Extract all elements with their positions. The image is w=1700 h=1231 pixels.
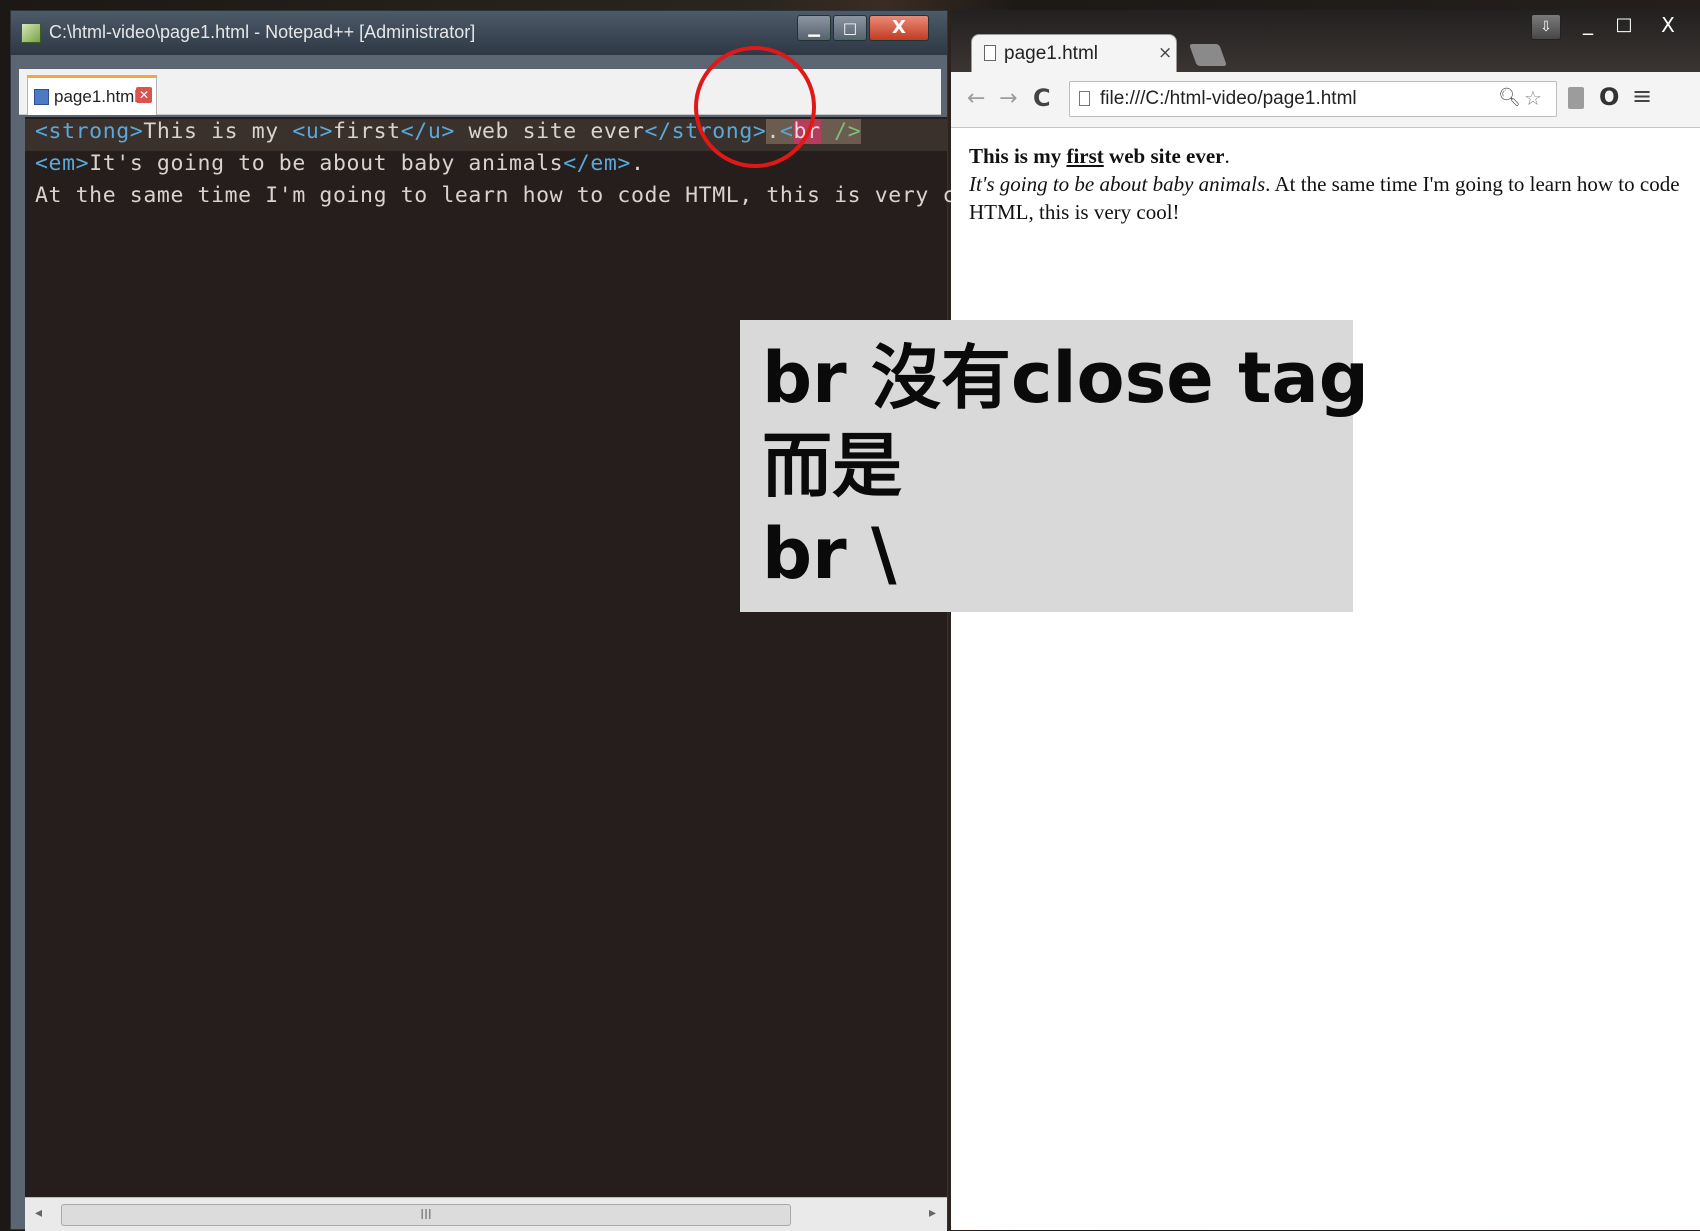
minimize-button[interactable]: ▁ xyxy=(797,15,831,41)
url-text[interactable]: file:///C:/html-video/page1.html xyxy=(1100,88,1357,110)
code-line-3: At the same time I'm going to learn how … xyxy=(35,183,1011,208)
notepadpp-title-text: C:\html-video\page1.html - Notepad++ [Ad… xyxy=(49,22,476,42)
profile-icon[interactable]: ⇩ xyxy=(1531,14,1561,40)
new-tab-button[interactable] xyxy=(1188,44,1228,66)
rendered-page: This is my first web site ever. It's goin… xyxy=(951,128,1700,1230)
code-editor[interactable]: <strong>This is my <u>first</u> web site… xyxy=(25,117,1010,1197)
extension-icon[interactable] xyxy=(1568,87,1584,109)
browser-maximize-button[interactable]: □ xyxy=(1607,12,1641,38)
back-icon[interactable]: ← xyxy=(967,86,985,111)
browser-close-button[interactable]: X xyxy=(1651,12,1685,38)
file-page-icon xyxy=(1079,91,1090,106)
menu-icon[interactable]: ≡ xyxy=(1632,82,1652,110)
maximize-button[interactable]: □ xyxy=(833,15,867,41)
highlight-circle xyxy=(694,46,816,168)
browser-tab-page1[interactable]: page1.html × xyxy=(971,34,1177,76)
browser-tab-close-icon[interactable]: × xyxy=(1158,43,1172,63)
notepadpp-titlebar[interactable]: C:\html-video\page1.html - Notepad++ [Ad… xyxy=(11,11,947,55)
tab-label: page1.html xyxy=(54,87,139,106)
save-disk-icon xyxy=(34,89,49,105)
scroll-left-arrow-icon[interactable]: ◂ xyxy=(35,1205,42,1221)
opera-extension-icon[interactable]: O xyxy=(1599,83,1619,111)
tab-page1-html[interactable]: page1.html ✕ xyxy=(27,75,157,115)
code-line-2: <em>It's going to be about baby animals<… xyxy=(35,151,645,176)
rendered-em: It's going to be about baby animals xyxy=(969,172,1266,196)
browser-toolbar: ← → C file:///C:/html-video/page1.html 🔍… xyxy=(951,72,1700,128)
address-bar[interactable]: file:///C:/html-video/page1.html 🔍︎ ☆ xyxy=(1069,81,1557,117)
browser-tabstrip: page1.html × ⇩ _ □ X xyxy=(951,10,1700,76)
notepadpp-app-icon xyxy=(21,23,41,43)
caption-line-1: br 沒有close tag xyxy=(762,337,1369,419)
forward-icon[interactable]: → xyxy=(999,86,1017,111)
browser-tab-title: page1.html xyxy=(1004,43,1099,64)
browser-window: page1.html × ⇩ _ □ X ← → C file:///C:/ht… xyxy=(951,10,1700,1230)
caption-line-3: br \ xyxy=(762,513,897,595)
caption-box: br 沒有close tag 而是 br \ xyxy=(740,320,1369,612)
bookmark-star-icon[interactable]: ☆ xyxy=(1524,86,1542,110)
horizontal-scrollbar[interactable]: ◂ III ▸ xyxy=(25,1197,947,1231)
caption-line-2: 而是 xyxy=(762,425,902,507)
scrollbar-thumb[interactable]: III xyxy=(61,1204,791,1226)
scroll-right-arrow-icon[interactable]: ▸ xyxy=(929,1205,936,1221)
page-icon xyxy=(984,45,996,61)
rendered-strong: This is my first web site ever xyxy=(969,144,1225,168)
reload-icon[interactable]: C xyxy=(1033,84,1051,112)
rendered-underline: first xyxy=(1066,144,1104,168)
browser-minimize-button[interactable]: _ xyxy=(1571,12,1605,38)
close-button[interactable]: X xyxy=(869,15,929,41)
rendered-paragraph: This is my first web site ever. It's goin… xyxy=(969,144,1680,224)
notepadpp-window: C:\html-video\page1.html - Notepad++ [Ad… xyxy=(10,10,1010,1231)
zoom-icon[interactable]: 🔍︎ xyxy=(1498,87,1521,108)
tab-close-icon[interactable]: ✕ xyxy=(136,87,152,103)
